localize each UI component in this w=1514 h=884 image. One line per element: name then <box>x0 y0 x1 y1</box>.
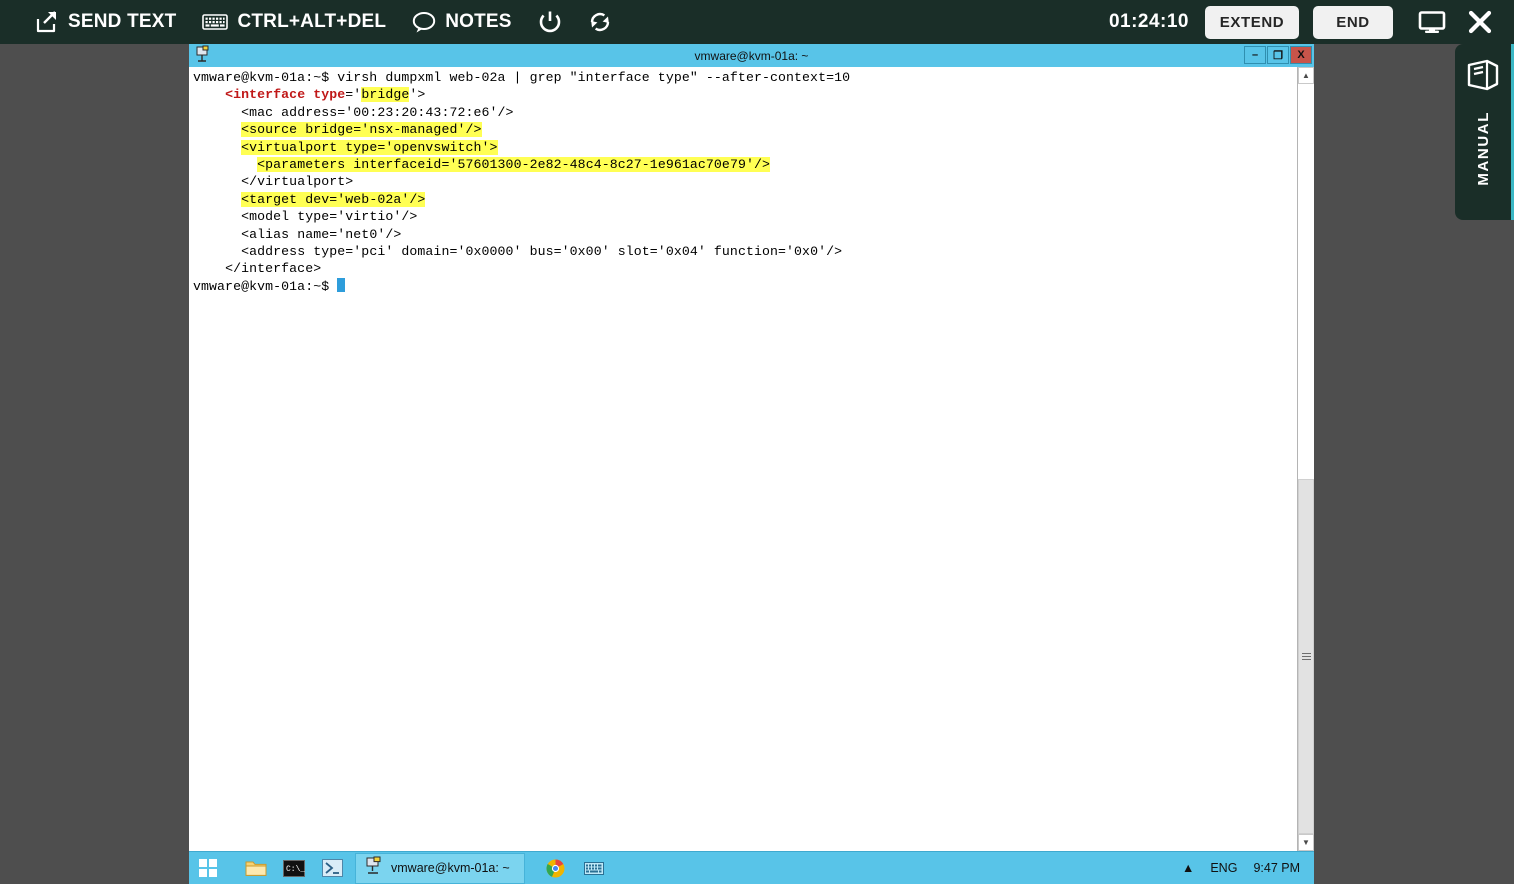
chrome-icon[interactable] <box>537 852 575 884</box>
grep-match-text: < <box>225 87 234 103</box>
grep-match-text: type <box>313 87 346 103</box>
manual-tab[interactable]: MANUAL <box>1455 44 1514 220</box>
terminal-output-line: <mac address='00:23:20:43:72:e6'/> <box>241 104 514 120</box>
terminal-command-line: vmware@kvm-01a:~$ virsh dumpxml web-02a … <box>193 70 851 85</box>
keyboard-tray-icon[interactable] <box>575 852 613 884</box>
show-hidden-icons-chevron[interactable]: ▲ <box>1182 861 1194 875</box>
grep-highlight: <source bridge='nsx-managed'/> <box>241 122 482 138</box>
ctrl-alt-del-button[interactable]: CTRL+ALT+DEL <box>189 0 399 44</box>
notes-button[interactable]: NOTES <box>399 0 524 44</box>
minimize-button[interactable]: – <box>1244 46 1266 64</box>
terminal-output-line: <alias name='net0'/> <box>241 226 402 242</box>
terminal-output-line: <target dev='web-02a'/> <box>193 191 1297 208</box>
language-indicator[interactable]: ENG <box>1210 861 1237 875</box>
terminal-output-line: <source bridge='nsx-managed'/> <box>193 121 1297 138</box>
terminal-cursor <box>337 277 346 292</box>
manual-tab-label: MANUAL <box>1474 111 1492 186</box>
svg-text:C:\_: C:\_ <box>286 865 305 874</box>
terminal-output-line: <address type='pci' domain='0x0000' bus=… <box>241 244 843 260</box>
book-icon <box>1465 58 1501 97</box>
ctrl-alt-del-label: CTRL+ALT+DEL <box>237 11 387 32</box>
keyboard-icon <box>202 13 229 31</box>
send-text-button[interactable]: SEND TEXT <box>22 0 189 44</box>
chat-bubble-icon <box>412 11 436 33</box>
grep-highlight: <target dev='web-02a'/> <box>241 191 426 207</box>
close-session-button[interactable] <box>1457 10 1514 34</box>
scrollbar-thumb[interactable] <box>1298 479 1314 834</box>
terminal-window[interactable]: vmware@kvm-01a:~$ virsh dumpxml web-02a … <box>189 67 1314 851</box>
window-title: vmware@kvm-01a: ~ <box>694 48 809 63</box>
system-tray: ▲ ENG 9:47 PM <box>1182 861 1314 875</box>
taskbar-active-window[interactable]: vmware@kvm-01a: ~ <box>355 852 525 884</box>
scroll-up-arrow[interactable]: ▲ <box>1298 67 1314 84</box>
remote-desktop-viewport[interactable]: vmware@kvm-01a: ~ – ❐ X vmware@kvm-01a:~… <box>189 44 1314 884</box>
monitor-button[interactable] <box>1407 10 1457 34</box>
start-button[interactable] <box>189 852 227 884</box>
taskbar-window-label: vmware@kvm-01a: ~ <box>391 861 510 875</box>
scrollbar-grip-icon <box>1301 651 1311 662</box>
terminal-prompt-line: vmware@kvm-01a:~$ <box>193 277 1297 295</box>
close-icon <box>1468 10 1492 34</box>
putty-icon <box>365 856 384 880</box>
file-explorer-icon[interactable] <box>237 852 275 884</box>
terminal-output-line: <virtualport type='openvswitch'> <box>193 139 1297 156</box>
terminal-output-line: <interface type='bridge'> <box>225 87 426 103</box>
grep-highlight: <parameters interfaceid='57601300-2e82-4… <box>257 157 771 173</box>
monitor-icon <box>1418 11 1446 33</box>
send-text-label: SEND TEXT <box>68 11 177 32</box>
command-prompt-icon[interactable]: C:\_ <box>275 852 313 884</box>
power-icon <box>538 10 562 34</box>
grep-highlight: bridge <box>361 87 410 103</box>
terminal-output-line: <parameters interfaceid='57601300-2e82-4… <box>193 156 1297 173</box>
maximize-button[interactable]: ❐ <box>1267 46 1289 64</box>
terminal-output-line: </virtualport> <box>241 174 354 190</box>
refresh-button[interactable] <box>575 0 625 44</box>
terminal-output-line: <model type='virtio'/> <box>241 209 418 225</box>
grep-highlight: <virtualport type='openvswitch'> <box>241 139 498 155</box>
app-root: SEND TEXT CTRL+ALT+DEL NOTES 01:24:10 EX… <box>0 0 1514 884</box>
window-titlebar[interactable]: vmware@kvm-01a: ~ – ❐ X <box>189 44 1314 67</box>
terminal-output-line: </interface> <box>225 261 322 277</box>
refresh-icon <box>588 10 612 34</box>
session-timer: 01:24:10 <box>1108 11 1189 32</box>
session-toolbar: SEND TEXT CTRL+ALT+DEL NOTES 01:24:10 EX… <box>0 0 1514 44</box>
power-button[interactable] <box>525 0 575 44</box>
terminal-scrollbar[interactable]: ▲ ▼ <box>1297 67 1314 851</box>
terminal-window-icon <box>195 45 213 68</box>
windows-taskbar: C:\_ vmware@kvm-01a: ~ ▲ ENG 9:47 PM <box>189 851 1314 884</box>
taskbar-clock[interactable]: 9:47 PM <box>1253 861 1300 875</box>
extend-button[interactable]: EXTEND <box>1205 5 1299 39</box>
end-button[interactable]: END <box>1313 5 1393 39</box>
notes-label: NOTES <box>445 11 512 32</box>
window-close-button[interactable]: X <box>1290 46 1312 64</box>
terminal-output[interactable]: vmware@kvm-01a:~$ virsh dumpxml web-02a … <box>189 67 1297 851</box>
share-icon <box>35 10 59 34</box>
powershell-icon[interactable] <box>313 852 351 884</box>
window-controls: – ❐ X <box>1244 46 1312 64</box>
grep-match-text: interface <box>233 87 306 103</box>
scroll-down-arrow[interactable]: ▼ <box>1298 834 1314 851</box>
scrollbar-track[interactable] <box>1298 84 1314 834</box>
